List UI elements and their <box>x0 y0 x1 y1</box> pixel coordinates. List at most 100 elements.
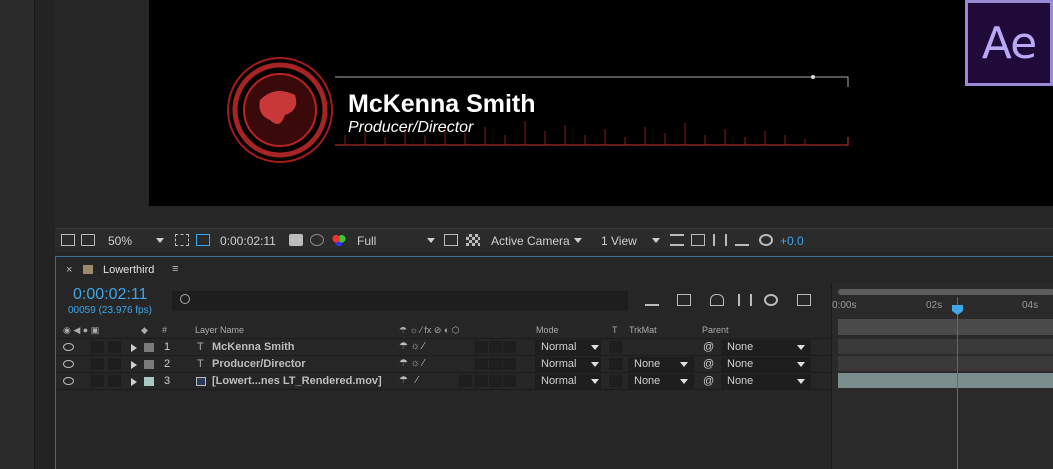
frame-blending-icon[interactable] <box>738 294 752 306</box>
snapshot-toggle-icon[interactable] <box>61 234 75 246</box>
layer-row[interactable]: 2 T Producer/Director ☂ ☼ ⁄ Normal None … <box>56 356 832 373</box>
draft-3d-icon[interactable] <box>677 294 691 306</box>
layer-duration-bar[interactable] <box>838 373 1053 388</box>
mode-value[interactable]: Normal <box>541 375 576 387</box>
switch-box[interactable] <box>503 358 516 370</box>
parent-pickwhip-icon[interactable]: @ <box>703 341 714 353</box>
audio-switch[interactable] <box>91 358 104 370</box>
layer-switches[interactable]: ☂ ⁄ <box>399 375 418 386</box>
resolution-dropdown[interactable]: Full <box>357 234 376 248</box>
chevron-down-icon[interactable] <box>156 238 164 243</box>
playhead-handle[interactable] <box>952 305 963 315</box>
toggle-pixel-aspect-icon[interactable] <box>670 234 684 246</box>
monitor-icon[interactable] <box>81 234 95 246</box>
label-color-swatch[interactable] <box>144 360 154 369</box>
switch-box[interactable] <box>489 358 502 370</box>
audio-switch[interactable] <box>91 375 104 387</box>
layer-search-input[interactable] <box>172 291 628 311</box>
close-icon[interactable]: × <box>66 264 72 276</box>
exposure-value[interactable]: +0.0 <box>780 234 804 248</box>
solo-switch[interactable] <box>108 375 121 387</box>
camera-dropdown[interactable]: Active Camera <box>491 234 570 248</box>
chevron-down-icon[interactable] <box>591 345 599 350</box>
expand-triangle-icon[interactable] <box>131 361 137 369</box>
solo-switch[interactable] <box>108 341 121 353</box>
current-time-display[interactable]: 0:00:02:11 <box>220 234 276 248</box>
trkmat-value[interactable]: None <box>634 375 660 387</box>
reset-exposure-icon[interactable] <box>759 234 773 246</box>
switch-box[interactable] <box>489 375 502 387</box>
eye-icon[interactable] <box>63 377 74 385</box>
switch-box[interactable] <box>459 375 472 387</box>
time-graph[interactable]: 0:00s 02s 04s <box>831 283 1053 469</box>
layer-switches[interactable]: ☂ ☼ ⁄ <box>399 358 424 369</box>
switch-box[interactable] <box>503 375 516 387</box>
parent-pickwhip-icon[interactable]: @ <box>703 358 714 370</box>
chevron-down-icon[interactable] <box>591 379 599 384</box>
trkmat-value[interactable]: None <box>634 358 660 370</box>
layer-name[interactable]: [Lowert...nes LT_Rendered.mov] <box>212 375 382 387</box>
chevron-down-icon[interactable] <box>797 362 805 367</box>
timeline-icon[interactable] <box>713 234 727 246</box>
parent-value[interactable]: None <box>727 375 753 387</box>
search-icon[interactable] <box>180 294 190 304</box>
time-navigator-bar[interactable] <box>838 289 1053 295</box>
switch-box[interactable] <box>475 358 488 370</box>
graph-editor-icon[interactable] <box>797 294 811 306</box>
layer-name[interactable]: Producer/Director <box>212 358 306 370</box>
chevron-down-icon[interactable] <box>574 238 582 243</box>
region-of-interest-icon[interactable] <box>444 234 458 246</box>
parent-value[interactable]: None <box>727 341 753 353</box>
preserve-transparency-switch[interactable] <box>609 375 622 387</box>
eye-icon[interactable] <box>63 343 74 351</box>
fast-preview-icon[interactable] <box>691 234 705 246</box>
shy-layers-icon[interactable] <box>710 294 724 306</box>
playhead-line[interactable] <box>957 297 958 469</box>
camera-snapshot-icon[interactable] <box>289 234 303 246</box>
parent-value[interactable]: None <box>727 358 753 370</box>
chevron-down-icon[interactable] <box>797 345 805 350</box>
mode-value[interactable]: Normal <box>541 358 576 370</box>
chevron-down-icon[interactable] <box>591 362 599 367</box>
switch-box[interactable] <box>503 341 516 353</box>
timeline-current-time[interactable]: 0:00:02:11 <box>73 286 147 304</box>
panel-menu-icon[interactable]: ≡ <box>172 263 178 275</box>
layer-name-header[interactable]: Layer Name <box>195 325 244 335</box>
preserve-transparency-switch[interactable] <box>609 358 622 370</box>
tab-lowerthird[interactable]: Lowerthird <box>103 264 154 276</box>
switch-box[interactable] <box>475 341 488 353</box>
zoom-dropdown[interactable]: 50% <box>108 234 132 248</box>
chevron-down-icon[interactable] <box>680 362 688 367</box>
eye-icon[interactable] <box>63 360 74 368</box>
preserve-transparency-switch[interactable] <box>609 341 622 353</box>
mask-visibility-icon[interactable] <box>196 234 210 246</box>
label-color-swatch[interactable] <box>144 377 154 386</box>
mode-value[interactable]: Normal <box>541 341 576 353</box>
layer-duration-bar[interactable] <box>838 339 1053 354</box>
switch-box[interactable] <box>475 375 488 387</box>
layer-row[interactable]: 1 T McKenna Smith ☂ ☼ ⁄ Normal @ None <box>56 339 832 356</box>
layer-switches[interactable]: ☂ ☼ ⁄ <box>399 341 424 352</box>
flowchart-icon[interactable] <box>735 234 749 246</box>
expand-triangle-icon[interactable] <box>131 378 137 386</box>
grid-icon[interactable] <box>175 234 189 246</box>
solo-switch[interactable] <box>108 358 121 370</box>
show-snapshot-icon[interactable] <box>310 234 324 246</box>
layer-duration-bar[interactable] <box>838 356 1053 371</box>
work-area-bar[interactable] <box>838 319 1053 335</box>
comp-mini-flowchart-icon[interactable] <box>645 294 659 306</box>
chevron-down-icon[interactable] <box>680 379 688 384</box>
label-color-swatch[interactable] <box>144 343 154 352</box>
layer-row[interactable]: 3 [Lowert...nes LT_Rendered.mov] ☂ ⁄ Nor… <box>56 373 832 390</box>
parent-pickwhip-icon[interactable]: @ <box>703 375 714 387</box>
switch-box[interactable] <box>489 341 502 353</box>
channel-icon[interactable] <box>332 234 346 246</box>
chevron-down-icon[interactable] <box>797 379 805 384</box>
view-layout-dropdown[interactable]: 1 View <box>601 234 637 248</box>
motion-blur-icon[interactable] <box>764 294 778 306</box>
transparency-grid-icon[interactable] <box>466 234 480 246</box>
chevron-down-icon[interactable] <box>427 238 435 243</box>
chevron-down-icon[interactable] <box>652 238 660 243</box>
audio-switch[interactable] <box>91 341 104 353</box>
layer-name[interactable]: McKenna Smith <box>212 341 295 353</box>
